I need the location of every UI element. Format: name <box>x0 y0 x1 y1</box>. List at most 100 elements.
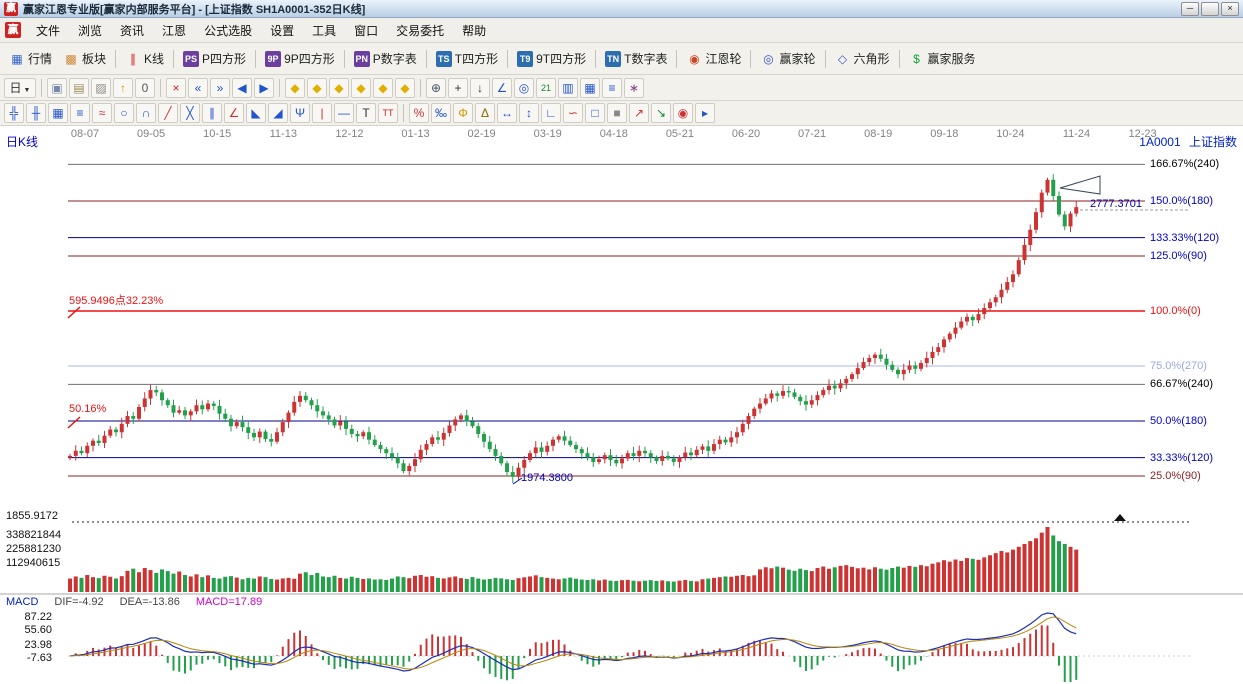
toolbar-separator <box>825 50 826 68</box>
calendar-21-icon[interactable]: 21 <box>536 78 556 98</box>
gann-diamond-6-icon[interactable]: ◆ <box>395 78 415 98</box>
menu-item-6[interactable]: 设置 <box>261 19 303 42</box>
tool-gann-grid-icon[interactable]: ╬ <box>4 103 24 123</box>
drawing-toolbar: ╬╫▦≡≈○∩╱╳∥∠◣◢Ψ|—TTT%‰ΦΔ↔↕∟∽□■↗↘◉▸ <box>0 101 1243 126</box>
p-number-table-button[interactable]: PNP数字表 <box>349 48 422 69</box>
chart-window-icon[interactable]: ▥ <box>558 78 578 98</box>
menu-item-2[interactable]: 浏览 <box>69 19 111 42</box>
macd-axis-label-1: 87.22 <box>4 611 52 624</box>
tool-wave-icon[interactable]: ≈ <box>92 103 112 123</box>
menu-item-4[interactable]: 江恩 <box>153 19 195 42</box>
kline-period-label: 日K线 <box>6 136 38 149</box>
gann-level-label: 25.0%(90) <box>1150 470 1201 482</box>
t9-square-button[interactable]: T99T四方形 <box>512 48 591 69</box>
winner-wheel-button[interactable]: ◎赢家轮 <box>755 48 820 69</box>
pan-tool-icon[interactable]: ⊕ <box>426 78 446 98</box>
p-square-button[interactable]: PSP四方形 <box>178 48 251 69</box>
menu-item-1[interactable]: 文件 <box>27 19 69 42</box>
first-bar-icon[interactable]: « <box>188 78 208 98</box>
tool-grid-fine-icon[interactable]: ╫ <box>26 103 46 123</box>
menu-items: 文件浏览资讯江恩公式选股设置工具窗口交易委托帮助 <box>27 19 495 42</box>
dropdown-caret-icon: ▼ <box>24 87 31 94</box>
tool-arrow-up-icon[interactable]: ↗ <box>629 103 649 123</box>
tool-fan-up-icon[interactable]: ◣ <box>246 103 266 123</box>
instrument-label: 1A0001 上证指数 <box>1139 136 1237 149</box>
period-selector[interactable]: 日▼ <box>4 78 36 98</box>
stamp-icon[interactable]: ▣ <box>47 78 67 98</box>
tool-text-icon[interactable]: T <box>356 103 376 123</box>
menu-item-5[interactable]: 公式选股 <box>195 19 261 42</box>
tool-permille-icon[interactable]: ‰ <box>431 103 451 123</box>
tool-trend-line-icon[interactable]: ╱ <box>158 103 178 123</box>
tool-cross-line-icon[interactable]: ╳ <box>180 103 200 123</box>
tool-flag-icon[interactable]: ▸ <box>695 103 715 123</box>
t-number-table-button[interactable]: TNT数字表 <box>600 48 672 69</box>
prev-bar-icon[interactable]: ◀ <box>232 78 252 98</box>
tool-box-filled-icon[interactable]: ■ <box>607 103 627 123</box>
date-label-09-05: 09-05 <box>133 128 169 140</box>
tool-vline-icon[interactable]: | <box>312 103 332 123</box>
tool-circle-icon[interactable]: ○ <box>114 103 134 123</box>
winner-service-button[interactable]: $赢家服务 <box>904 48 981 69</box>
date-label-04-18: 04-18 <box>596 128 632 140</box>
tool-parallel-icon[interactable]: ∥ <box>202 103 222 123</box>
gann-diamond-5-icon[interactable]: ◆ <box>373 78 393 98</box>
menu-item-9[interactable]: 交易委托 <box>387 19 453 42</box>
tool-box-icon[interactable]: □ <box>585 103 605 123</box>
kline-button[interactable]: ∥K线 <box>120 48 169 69</box>
quotes-icon: ▦ <box>9 51 25 67</box>
menu-item-8[interactable]: 窗口 <box>345 19 387 42</box>
tool-golden-icon[interactable]: Φ <box>453 103 473 123</box>
tool-step-icon[interactable]: ∟ <box>541 103 561 123</box>
angle-tool-icon[interactable]: ∠ <box>492 78 512 98</box>
tool-grid-box-icon[interactable]: ▦ <box>48 103 68 123</box>
t-square-button[interactable]: TST四方形 <box>431 48 503 69</box>
sectors-button[interactable]: ▩板块 <box>58 48 111 69</box>
crosshair-icon[interactable]: + <box>448 78 468 98</box>
misc-tool-icon[interactable]: ∗ <box>624 78 644 98</box>
tool-tt-icon[interactable]: TT <box>378 103 398 123</box>
menu-item-7[interactable]: 工具 <box>303 19 345 42</box>
gann-diamond-1-icon[interactable]: ◆ <box>285 78 305 98</box>
tool-percent-icon[interactable]: % <box>409 103 429 123</box>
hexagon-button[interactable]: ◇六角形 <box>830 48 895 69</box>
date-label-07-21: 07-21 <box>794 128 830 140</box>
drop-line-icon[interactable]: ↓ <box>470 78 490 98</box>
tool-cycle-icon[interactable]: ∽ <box>563 103 583 123</box>
overlay-icon[interactable]: ▨ <box>91 78 111 98</box>
gann-diamond-4-icon[interactable]: ◆ <box>351 78 371 98</box>
spiral-tool-icon[interactable]: ◎ <box>514 78 534 98</box>
tool-angle-icon[interactable]: ∠ <box>224 103 244 123</box>
tool-balance-icon[interactable]: Δ <box>475 103 495 123</box>
p9-square-button[interactable]: 9P9P四方形 <box>260 48 340 69</box>
up-arrow-icon[interactable]: ↑ <box>113 78 133 98</box>
delete-icon[interactable]: × <box>166 78 186 98</box>
chart-grid-icon[interactable]: ▦ <box>580 78 600 98</box>
tool-target-icon[interactable]: ◉ <box>673 103 693 123</box>
tool-measure-h-icon[interactable]: ↔ <box>497 103 517 123</box>
date-label-03-19: 03-19 <box>530 128 566 140</box>
tool-arrow-down-icon[interactable]: ↘ <box>651 103 671 123</box>
maximize-button[interactable] <box>1201 2 1219 16</box>
tool-hline-icon[interactable]: — <box>334 103 354 123</box>
p9-square-icon: 9P <box>265 51 281 67</box>
zero-marker-icon[interactable]: 0 <box>135 78 155 98</box>
minimize-button[interactable]: ─ <box>1181 2 1199 16</box>
tool-fan-down-icon[interactable]: ◢ <box>268 103 288 123</box>
close-button[interactable]: × <box>1221 2 1239 16</box>
menu-item-10[interactable]: 帮助 <box>453 19 495 42</box>
app-menu-icon[interactable]: 赢 <box>5 22 21 38</box>
list-view-icon[interactable]: ≡ <box>602 78 622 98</box>
last-bar-icon[interactable]: » <box>210 78 230 98</box>
tool-pitchfork-icon[interactable]: Ψ <box>290 103 310 123</box>
tool-measure-v-icon[interactable]: ↕ <box>519 103 539 123</box>
next-bar-icon[interactable]: ▶ <box>254 78 274 98</box>
gann-diamond-3-icon[interactable]: ◆ <box>329 78 349 98</box>
note-icon[interactable]: ▤ <box>69 78 89 98</box>
gann-diamond-2-icon[interactable]: ◆ <box>307 78 327 98</box>
gann-wheel-button[interactable]: ◉江恩轮 <box>681 48 746 69</box>
quotes-button[interactable]: ▦行情 <box>4 48 57 69</box>
tool-arc-icon[interactable]: ∩ <box>136 103 156 123</box>
menu-item-3[interactable]: 资讯 <box>111 19 153 42</box>
tool-ruler-icon[interactable]: ≡ <box>70 103 90 123</box>
